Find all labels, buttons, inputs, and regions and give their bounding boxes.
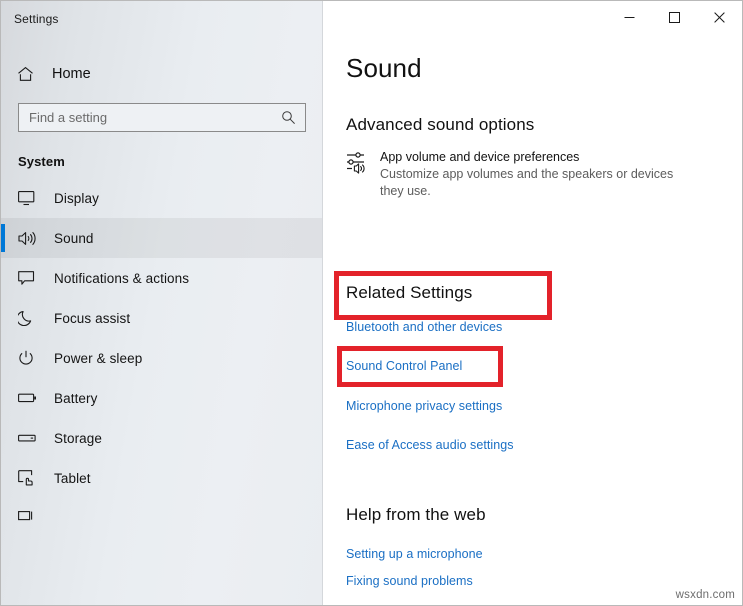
settings-window: Settings xyxy=(0,0,743,606)
sidebar-item-tablet[interactable]: Tablet xyxy=(1,458,322,498)
advanced-sound-heading: Advanced sound options xyxy=(346,115,743,135)
battery-icon xyxy=(18,392,42,404)
sidebar-item-label: Focus assist xyxy=(54,311,130,326)
related-settings-heading: Related Settings xyxy=(346,283,472,303)
sidebar-nav: Display Sound xyxy=(1,178,322,538)
sidebar-item-home[interactable]: Home xyxy=(1,59,322,89)
search-box[interactable] xyxy=(18,103,306,132)
sidebar-item-label: Storage xyxy=(54,431,102,446)
sidebar-item-label: Power & sleep xyxy=(54,351,142,366)
sidebar-item-label: Tablet xyxy=(54,471,91,486)
sidebar-item-storage[interactable]: Storage xyxy=(1,418,322,458)
close-icon xyxy=(714,12,725,23)
link-ease-of-access-audio-settings[interactable]: Ease of Access audio settings xyxy=(346,438,514,452)
multitasking-icon xyxy=(18,511,42,525)
sidebar-item-label: Battery xyxy=(54,391,97,406)
moon-icon xyxy=(18,310,42,326)
close-button[interactable] xyxy=(697,1,742,33)
sidebar-item-sound[interactable]: Sound xyxy=(1,218,322,258)
minimize-icon xyxy=(624,12,635,23)
sidebar-item-display[interactable]: Display xyxy=(1,178,322,218)
sidebar-item-label: Display xyxy=(54,191,99,206)
app-volume-title: App volume and device preferences xyxy=(380,149,726,165)
link-fixing-sound-problems[interactable]: Fixing sound problems xyxy=(346,574,473,588)
search-icon[interactable] xyxy=(274,110,305,125)
minimize-button[interactable] xyxy=(607,1,652,33)
window-controls xyxy=(607,1,742,33)
main-content: Sound Advanced sound options App volume … xyxy=(324,1,743,606)
audio-mixer-icon xyxy=(346,149,380,200)
sidebar-item-focus-assist[interactable]: Focus assist xyxy=(1,298,322,338)
maximize-icon xyxy=(669,12,680,23)
help-from-web-heading: Help from the web xyxy=(346,505,486,525)
storage-icon xyxy=(18,432,42,444)
app-volume-option[interactable]: App volume and device preferences Custom… xyxy=(346,149,743,200)
home-icon xyxy=(17,66,43,82)
sidebar-category-title: System xyxy=(18,154,322,169)
home-label: Home xyxy=(52,66,91,82)
watermark: wsxdn.com xyxy=(676,589,735,601)
link-bluetooth-and-other-devices[interactable]: Bluetooth and other devices xyxy=(346,320,502,334)
power-icon xyxy=(18,350,42,366)
speaker-icon xyxy=(18,231,42,246)
sidebar-item-notifications[interactable]: Notifications & actions xyxy=(1,258,322,298)
sidebar: Home System Display xyxy=(1,1,323,606)
tablet-icon xyxy=(18,470,42,486)
link-sound-control-panel[interactable]: Sound Control Panel xyxy=(346,359,462,373)
sidebar-item-label: Sound xyxy=(54,231,94,246)
link-microphone-privacy-settings[interactable]: Microphone privacy settings xyxy=(346,399,502,413)
sidebar-item-multitasking[interactable] xyxy=(1,498,322,538)
sidebar-item-battery[interactable]: Battery xyxy=(1,378,322,418)
maximize-button[interactable] xyxy=(652,1,697,33)
window-title: Settings xyxy=(14,12,59,26)
app-volume-subtitle: Customize app volumes and the speakers o… xyxy=(380,166,695,200)
page-title: Sound xyxy=(346,53,743,84)
monitor-icon xyxy=(18,191,42,206)
sidebar-item-label: Notifications & actions xyxy=(54,271,189,286)
sidebar-item-power-sleep[interactable]: Power & sleep xyxy=(1,338,322,378)
link-setting-up-a-microphone[interactable]: Setting up a microphone xyxy=(346,547,483,561)
search-input[interactable] xyxy=(19,104,274,131)
notification-icon xyxy=(18,271,42,286)
